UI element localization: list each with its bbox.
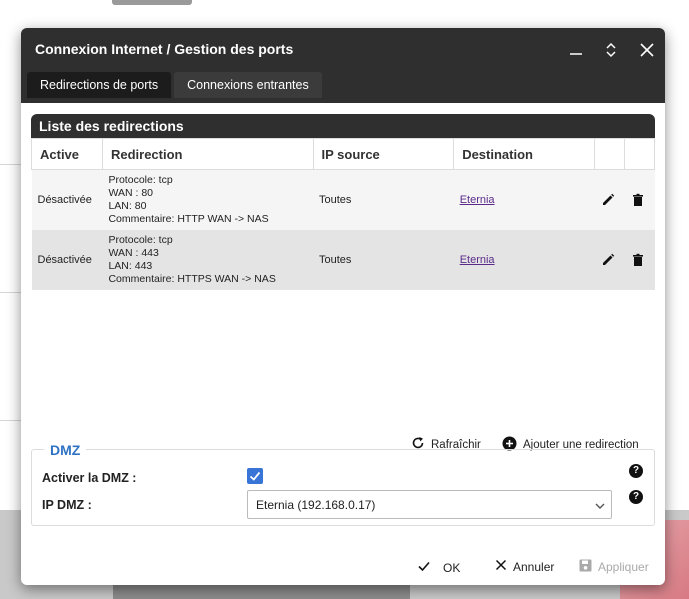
table-row: Désactivée Protocole: tcp WAN : 80 LAN: … bbox=[31, 169, 655, 231]
chevron-down-icon bbox=[595, 491, 605, 520]
minimize-icon[interactable] bbox=[564, 38, 588, 62]
redirections-table: Active Redirection IP source Destination… bbox=[31, 138, 656, 290]
column-header-destination[interactable]: Destination bbox=[453, 138, 595, 170]
close-icon[interactable] bbox=[635, 38, 659, 62]
column-header-delete bbox=[623, 138, 656, 170]
redirection-comment: Commentaire: HTTPS WAN -> NAS bbox=[108, 273, 276, 285]
background-divider bbox=[0, 292, 22, 293]
destination-link[interactable]: Eternia bbox=[460, 254, 495, 266]
cancel-button[interactable]: Annuler bbox=[495, 559, 554, 574]
apply-label: Appliquer bbox=[598, 560, 649, 574]
column-header-active[interactable]: Active bbox=[31, 138, 103, 170]
dmz-enable-checkbox[interactable] bbox=[247, 468, 263, 484]
trash-icon[interactable] bbox=[630, 192, 646, 208]
save-icon bbox=[579, 559, 592, 575]
row-active-status: Désactivée bbox=[37, 254, 92, 266]
redirection-protocol: Protocole: tcp bbox=[108, 234, 173, 246]
redirection-lan: LAN: 80 bbox=[108, 200, 147, 212]
ok-label: OK bbox=[443, 560, 461, 575]
dmz-section: DMZ Activer la DMZ : IP DMZ : Eternia (1… bbox=[31, 442, 655, 526]
help-icon[interactable]: ? bbox=[629, 490, 643, 504]
column-header-redirection[interactable]: Redirection bbox=[101, 138, 314, 170]
row-redirection: Protocole: tcp WAN : 80 LAN: 80 Commenta… bbox=[102, 170, 313, 231]
check-icon bbox=[417, 559, 431, 576]
dmz-ip-label: IP DMZ : bbox=[42, 498, 92, 512]
edit-icon[interactable] bbox=[600, 192, 616, 208]
port-management-dialog: Connexion Internet / Gestion des ports R… bbox=[21, 28, 665, 585]
redirection-wan: WAN : 443 bbox=[108, 247, 159, 259]
redirection-protocol: Protocole: tcp bbox=[108, 174, 173, 186]
dialog-tabs: Redirections de ports Connexions entrant… bbox=[27, 72, 322, 98]
table-row: Désactivée Protocole: tcp WAN : 443 LAN:… bbox=[31, 230, 655, 290]
redirections-header: Liste des redirections bbox=[31, 114, 655, 138]
dmz-legend: DMZ bbox=[44, 442, 87, 458]
row-ip-source: Toutes bbox=[319, 254, 352, 266]
trash-icon[interactable] bbox=[630, 252, 646, 268]
close-icon bbox=[495, 559, 507, 574]
dialog-title: Connexion Internet / Gestion des ports bbox=[35, 41, 294, 57]
background-tab bbox=[112, 0, 192, 5]
background-divider bbox=[0, 164, 22, 165]
dmz-ip-select[interactable]: Eternia (192.168.0.17) bbox=[247, 490, 612, 519]
tab-port-redirections[interactable]: Redirections de ports bbox=[27, 72, 172, 98]
redirection-comment: Commentaire: HTTP WAN -> NAS bbox=[108, 213, 269, 225]
row-active-status: Désactivée bbox=[37, 194, 92, 206]
redirections-panel: Liste des redirections Active Redirectio… bbox=[31, 114, 656, 292]
dialog-titlebar: Connexion Internet / Gestion des ports R… bbox=[21, 28, 665, 103]
background-divider bbox=[0, 420, 22, 421]
column-header-edit bbox=[593, 138, 625, 170]
dmz-ip-value: Eternia (192.168.0.17) bbox=[256, 498, 376, 512]
edit-icon[interactable] bbox=[600, 252, 616, 268]
help-icon[interactable]: ? bbox=[629, 464, 643, 478]
row-redirection: Protocole: tcp WAN : 443 LAN: 443 Commen… bbox=[102, 230, 313, 290]
destination-link[interactable]: Eternia bbox=[460, 194, 495, 206]
ok-button[interactable]: OK bbox=[417, 559, 460, 576]
maximize-icon[interactable] bbox=[599, 38, 623, 62]
dmz-enable-label: Activer la DMZ : bbox=[42, 471, 137, 485]
row-ip-source: Toutes bbox=[319, 194, 352, 206]
redirection-wan: WAN : 80 bbox=[108, 187, 154, 199]
cancel-label: Annuler bbox=[513, 559, 555, 574]
apply-button[interactable]: Appliquer bbox=[579, 559, 649, 575]
tab-incoming-connections[interactable]: Connexions entrantes bbox=[174, 72, 322, 98]
column-header-ip-source[interactable]: IP source bbox=[312, 138, 455, 170]
redirection-lan: LAN: 443 bbox=[108, 260, 153, 272]
